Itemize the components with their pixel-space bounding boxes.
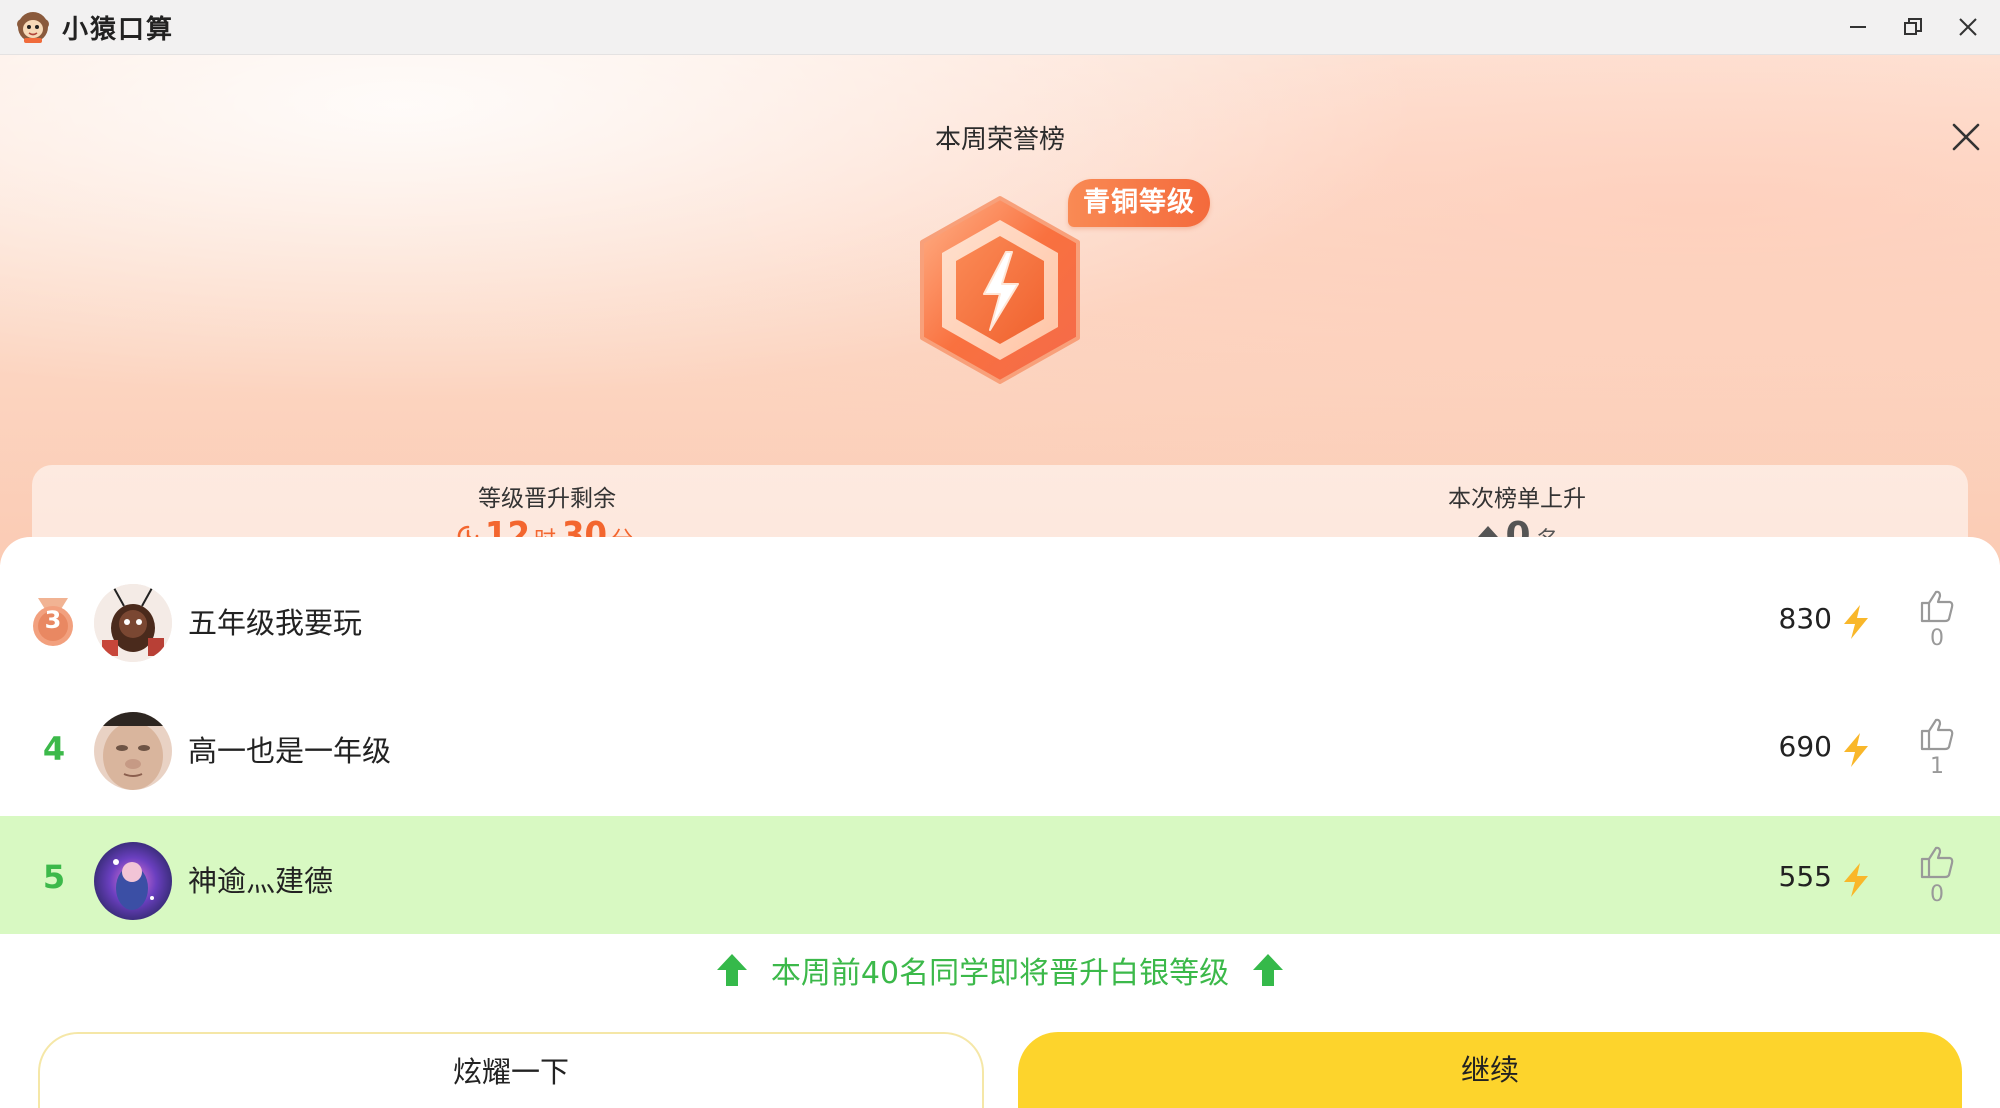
score-value: 830 [1778,602,1832,635]
player-name: 五年级我要玩 [188,606,363,640]
minimize-button[interactable] [1838,8,1878,46]
ranking-row[interactable]: 4 高一也是一年级 690 1 [0,690,2000,808]
promotion-notice: 本周前40名同学即将晋升白银等级 [0,948,2000,992]
ranking-row[interactable]: 3 五年级我要玩 830 0 [0,562,2000,680]
promotion-label: 等级晋升剩余 [478,486,616,512]
app-window: 小猿口算 本周荣誉榜 青铜等级 等级晋升剩余 12 30 本次榜单上升 0 3 … [0,0,2000,1108]
avatar-image [94,712,172,790]
lightning-icon [1844,863,1868,897]
rank-change-label: 本次榜单上升 [1448,486,1586,512]
honor-header: 本周荣誉榜 青铜等级 等级晋升剩余 12 30 本次榜单上升 0 [0,55,2000,568]
lightning-icon [1844,605,1868,639]
score-value: 690 [1778,730,1832,763]
dialog-close-icon[interactable] [1948,119,1984,155]
avatar[interactable] [94,584,172,662]
minimize-icon [1850,26,1866,28]
restore-icon [1904,18,1922,35]
like-count: 0 [1930,882,1944,907]
avatar[interactable] [94,712,172,790]
player-name: 神逾灬建德 [188,864,334,898]
rank-number: 3 [44,606,62,634]
title-bar: 小猿口算 [0,0,2000,55]
window-close-button[interactable] [1948,8,1988,46]
dialog-title: 本周荣誉榜 [934,125,1065,155]
thumbs-up-icon[interactable] [1918,716,1956,752]
thumbs-up-icon[interactable] [1918,844,1956,880]
avatar-image [94,842,172,920]
continue-button[interactable]: 继续 [1018,1032,1962,1108]
close-icon [1959,18,1977,36]
avatar[interactable] [94,842,172,920]
promotion-text: 本周前40名同学即将晋升白银等级 [770,956,1230,991]
score-value: 555 [1778,860,1832,893]
rank-number: 4 [42,730,66,768]
ranking-row-current-user[interactable]: 5 神逾灬建德 555 0 [0,816,2000,934]
avatar-image [94,584,172,662]
app-title: 小猿口算 [62,15,175,45]
lightning-hexagon-icon [920,196,1080,384]
up-arrow-icon [1253,954,1284,986]
monkey-icon [17,12,49,43]
thumbs-up-icon[interactable] [1918,588,1956,624]
restore-button[interactable] [1893,8,1933,46]
rank-number: 5 [42,858,66,896]
player-name: 高一也是一年级 [188,734,392,768]
up-arrow-icon [716,954,747,986]
lightning-icon [1844,733,1868,767]
level-tag: 青铜等级 [1068,179,1210,227]
like-count: 1 [1930,754,1944,779]
like-count: 0 [1930,626,1944,651]
show-off-button[interactable]: 炫耀一下 [38,1032,984,1108]
